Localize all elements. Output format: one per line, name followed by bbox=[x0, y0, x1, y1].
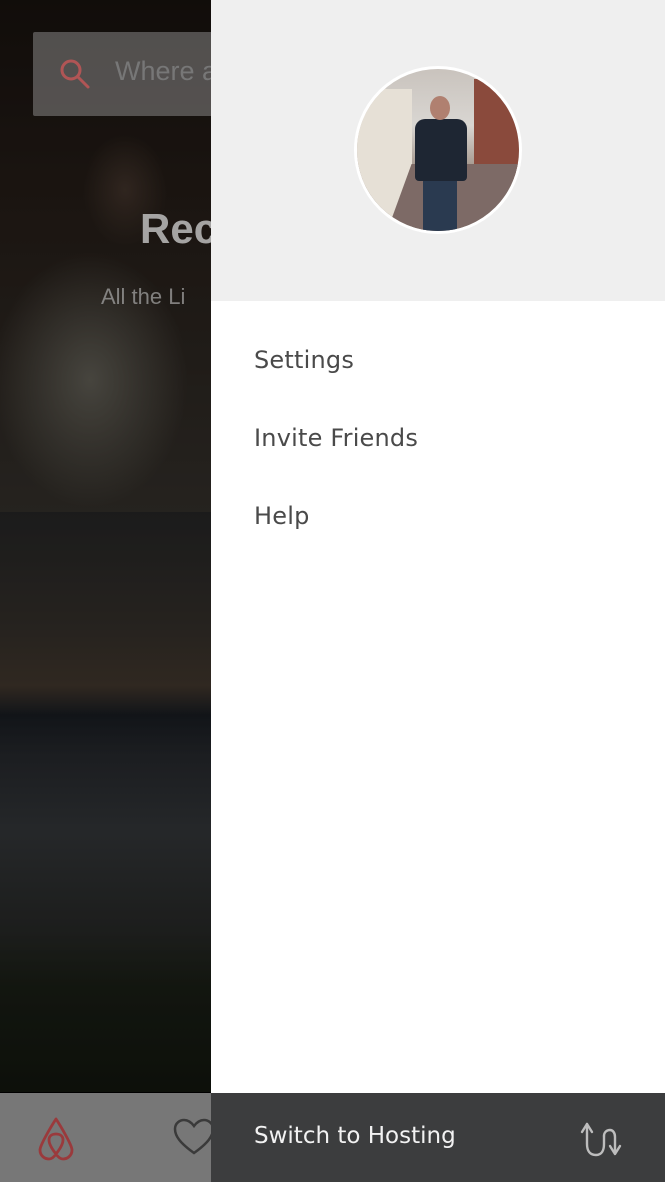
search-icon bbox=[60, 59, 90, 89]
search-placeholder: Where a bbox=[115, 56, 211, 86]
menu-item-invite-friends[interactable]: Invite Friends bbox=[254, 424, 418, 452]
navigation-drawer: Settings Invite Friends Help Switch to H… bbox=[211, 0, 665, 1182]
airbnb-logo-icon bbox=[38, 1117, 74, 1161]
menu-item-help[interactable]: Help bbox=[254, 502, 310, 530]
switch-to-hosting-button[interactable]: Switch to Hosting bbox=[211, 1093, 665, 1182]
menu-item-settings[interactable]: Settings bbox=[254, 346, 354, 374]
search-bar: Where a bbox=[33, 32, 211, 116]
heart-icon bbox=[173, 1118, 211, 1155]
hero-title: Rec bbox=[140, 205, 211, 252]
switch-to-hosting-label: Switch to Hosting bbox=[254, 1123, 456, 1149]
avatar-photo-part bbox=[430, 96, 450, 120]
avatar-photo-part bbox=[423, 177, 457, 231]
dim-overlay[interactable] bbox=[0, 0, 211, 1182]
switch-arrows-icon bbox=[580, 1122, 622, 1157]
avatar[interactable] bbox=[354, 66, 522, 234]
background-app: Where a Rec All the Li bbox=[0, 0, 211, 1182]
avatar-photo-part bbox=[415, 119, 467, 181]
hero-subtitle: All the Li bbox=[101, 284, 186, 309]
drawer-header bbox=[211, 0, 665, 301]
